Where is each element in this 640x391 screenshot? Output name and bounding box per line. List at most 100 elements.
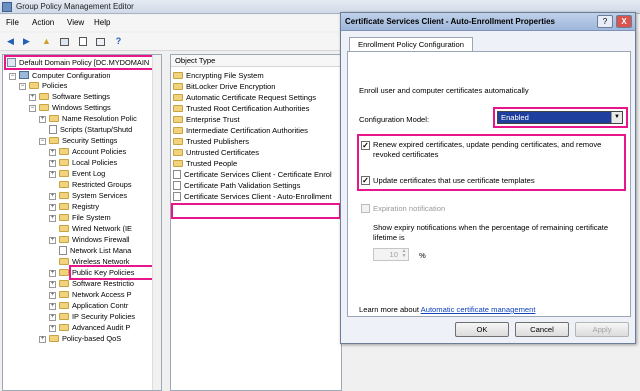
configuration-model-select[interactable]: Enabled ▼ bbox=[497, 111, 623, 124]
tree-node-local-policies[interactable]: Local Policies bbox=[59, 158, 117, 168]
list-item[interactable]: Automatic Certificate Request Settings bbox=[173, 93, 341, 103]
tree-scrollbar[interactable] bbox=[152, 55, 161, 390]
menu-action[interactable]: Action bbox=[32, 18, 54, 27]
expander-name-resolution-policy[interactable]: + bbox=[39, 116, 46, 123]
tree-node-scripts[interactable]: Scripts (Startup/Shutd bbox=[49, 125, 157, 135]
menu-view[interactable]: View bbox=[67, 18, 84, 27]
up-folder-icon[interactable]: ▲ bbox=[40, 35, 53, 48]
list-item[interactable]: Encrypting File System bbox=[173, 71, 341, 81]
spin-down-icon[interactable]: ▼ bbox=[400, 254, 408, 260]
tree-node-security-settings[interactable]: Security Settings bbox=[49, 136, 117, 146]
list-item[interactable]: BitLocker Drive Encryption bbox=[173, 82, 341, 92]
expander-policies[interactable]: − bbox=[19, 83, 26, 90]
folder-icon bbox=[59, 147, 69, 155]
expander-security-settings[interactable]: − bbox=[39, 138, 46, 145]
tree-node-computer-configuration[interactable]: Computer Configuration bbox=[19, 71, 110, 81]
tree-node-account-policies[interactable]: Account Policies bbox=[59, 147, 126, 157]
tree-node-ip-security-policies[interactable]: IP Security Policies bbox=[59, 312, 157, 322]
expiration-notification-checkbox[interactable] bbox=[361, 204, 370, 213]
tree-node-windows-firewall[interactable]: Windows Firewall bbox=[59, 235, 157, 245]
show-hide-tree-icon[interactable] bbox=[58, 35, 71, 48]
tree-node-policies[interactable]: Policies bbox=[29, 81, 67, 91]
expander-advanced-audit[interactable]: + bbox=[49, 325, 56, 332]
list-item[interactable]: Certificate Path Validation Settings bbox=[173, 181, 341, 191]
expander-software-restriction[interactable]: + bbox=[49, 281, 56, 288]
update-certificates-checkbox[interactable]: ✓ bbox=[361, 176, 370, 185]
column-header-object-type[interactable]: Object Type bbox=[171, 55, 341, 67]
back-arrow-icon[interactable]: ◀ bbox=[4, 35, 17, 48]
tree-label: IP Security Policies bbox=[72, 312, 136, 321]
list-item[interactable]: Intermediate Certification Authorities bbox=[173, 126, 341, 136]
forward-arrow-icon[interactable]: ▶ bbox=[20, 35, 33, 48]
tree-node-default-domain-policy[interactable]: Default Domain Policy [DC.MYDOMAIN bbox=[7, 58, 157, 68]
tree-node-name-resolution-policy[interactable]: Name Resolution Polic bbox=[49, 114, 157, 124]
automatic-certificate-management-link[interactable]: Automatic certificate management bbox=[421, 305, 536, 314]
menu-help[interactable]: Help bbox=[94, 18, 110, 27]
expander-account-policies[interactable]: + bbox=[49, 149, 56, 156]
tree-node-wired-network[interactable]: Wired Network (IE bbox=[59, 224, 157, 234]
tree-node-file-system[interactable]: File System bbox=[59, 213, 111, 223]
tree-node-registry[interactable]: Registry bbox=[59, 202, 99, 212]
tree-label: Scripts (Startup/Shutd bbox=[60, 125, 133, 134]
ip-security-icon bbox=[59, 312, 69, 320]
tree-node-software-restriction[interactable]: Software Restrictio bbox=[59, 279, 157, 289]
tree-node-advanced-audit[interactable]: Advanced Audit P bbox=[59, 323, 157, 333]
expander-file-system[interactable]: + bbox=[49, 215, 56, 222]
expiry-percentage-spinner[interactable]: 10 ▲ ▼ bbox=[373, 248, 409, 261]
list-item-label: Automatic Certificate Request Settings bbox=[186, 93, 316, 102]
renew-certificates-checkbox[interactable]: ✓ bbox=[361, 141, 370, 150]
expander-system-services[interactable]: + bbox=[49, 193, 56, 200]
firewall-icon bbox=[59, 235, 69, 243]
tree-node-restricted-groups[interactable]: Restricted Groups bbox=[59, 180, 157, 190]
ok-button[interactable]: OK bbox=[455, 322, 509, 337]
expander-ip-security-policies[interactable]: + bbox=[49, 314, 56, 321]
expander-event-log[interactable]: + bbox=[49, 171, 56, 178]
tab-enrollment-policy-configuration[interactable]: Enrollment Policy Configuration bbox=[349, 37, 473, 52]
apply-button[interactable]: Apply bbox=[575, 322, 629, 337]
tree-node-system-services[interactable]: System Services bbox=[59, 191, 127, 201]
tree-node-windows-settings[interactable]: Windows Settings bbox=[39, 103, 111, 113]
expander-software-settings[interactable]: + bbox=[29, 94, 36, 101]
expander-public-key-policies[interactable]: + bbox=[49, 270, 56, 277]
list-item[interactable]: Certificate Services Client - Certificat… bbox=[173, 170, 341, 180]
menu-file[interactable]: File bbox=[6, 18, 19, 27]
list-item[interactable]: Trusted Publishers bbox=[173, 137, 341, 147]
help-button[interactable]: ? bbox=[597, 15, 613, 28]
expander-windows-firewall[interactable]: + bbox=[49, 237, 56, 244]
expander-windows-settings[interactable]: − bbox=[29, 105, 36, 112]
toolbar: ◀ ▶ ▲ ? bbox=[0, 33, 340, 51]
expander-local-policies[interactable]: + bbox=[49, 160, 56, 167]
tree-node-public-key-policies[interactable]: Public Key Policies bbox=[59, 268, 157, 278]
folder-icon bbox=[59, 180, 69, 188]
expander-network-access-protection[interactable]: + bbox=[49, 292, 56, 299]
list-item[interactable]: Trusted People bbox=[173, 159, 341, 169]
tree-node-application-control[interactable]: Application Contr bbox=[59, 301, 157, 311]
list-item-label: Encrypting File System bbox=[186, 71, 264, 80]
close-button[interactable]: X bbox=[616, 15, 632, 28]
expander-computer-configuration[interactable]: − bbox=[9, 73, 16, 80]
tree-node-network-list-manager[interactable]: Network List Mana bbox=[59, 246, 157, 256]
list-item[interactable]: Trusted Root Certification Authorities bbox=[173, 104, 341, 114]
export-list-icon[interactable] bbox=[94, 35, 107, 48]
folder-icon bbox=[49, 136, 59, 144]
console-tree: Default Domain Policy [DC.MYDOMAIN − Com… bbox=[2, 54, 162, 391]
list-item[interactable]: Certificate Services Client - Auto-Enrol… bbox=[173, 192, 341, 202]
tree-label: Wireless Network bbox=[72, 257, 130, 266]
tree-root-label: Default Domain Policy bbox=[19, 58, 92, 67]
tree-node-wireless-network[interactable]: Wireless Network bbox=[59, 257, 157, 267]
list-item-label: Certificate Services Client - Auto-Enrol… bbox=[184, 192, 332, 201]
expander-registry[interactable]: + bbox=[49, 204, 56, 211]
tree-node-software-settings[interactable]: Software Settings bbox=[39, 92, 110, 102]
list-item[interactable]: Enterprise Trust bbox=[173, 115, 341, 125]
tree-node-network-access-protection[interactable]: Network Access P bbox=[59, 290, 157, 300]
tree-node-event-log[interactable]: Event Log bbox=[59, 169, 105, 179]
tree-node-policy-based-qos[interactable]: Policy-based QoS bbox=[49, 334, 157, 344]
cancel-button[interactable]: Cancel bbox=[515, 322, 569, 337]
list-item[interactable]: Untrusted Certificates bbox=[173, 148, 341, 158]
help-icon[interactable]: ? bbox=[112, 35, 125, 48]
properties-icon[interactable] bbox=[76, 35, 89, 48]
tree-label: Account Policies bbox=[72, 147, 127, 156]
expander-policy-based-qos[interactable]: + bbox=[39, 336, 46, 343]
object-list: Object Type Encrypting File System BitLo… bbox=[170, 54, 342, 391]
expander-application-control[interactable]: + bbox=[49, 303, 56, 310]
